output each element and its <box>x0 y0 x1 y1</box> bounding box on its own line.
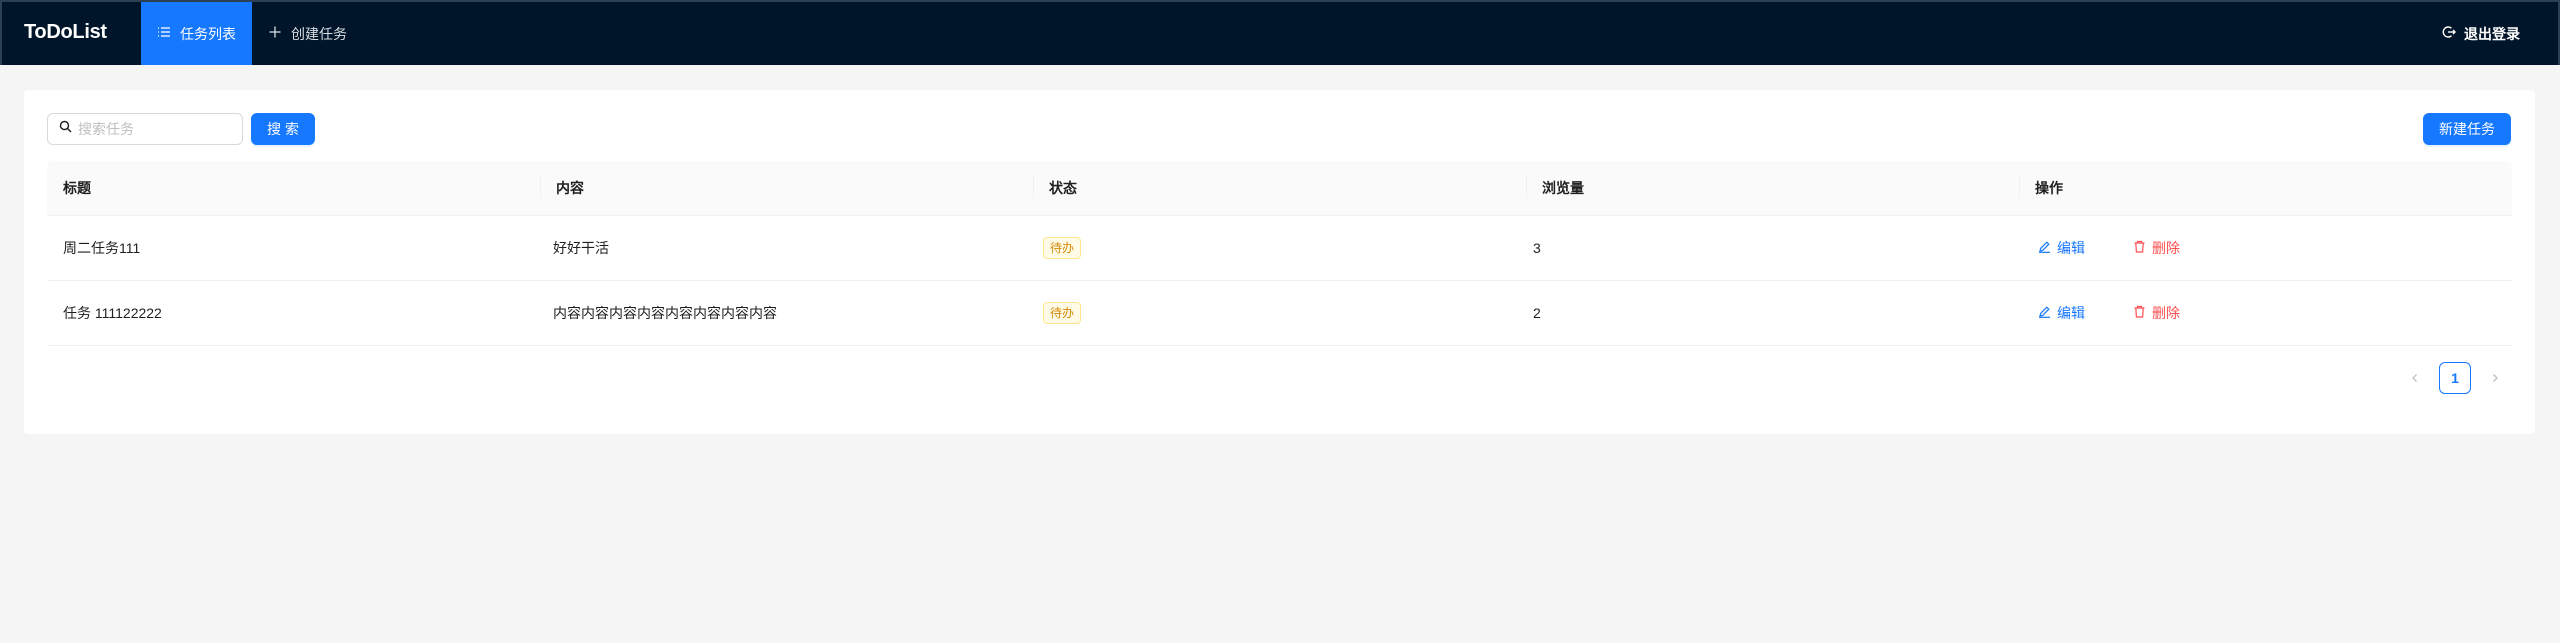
nav-task-list-label: 任务列表 <box>180 25 236 42</box>
cell-actions: 编辑 删除 <box>2007 238 2512 258</box>
status-badge: 待办 <box>1043 237 1082 259</box>
status-badge: 待办 <box>1043 302 1082 324</box>
chevron-left-icon[interactable] <box>2399 362 2431 394</box>
cell-status: 待办 <box>1027 237 1517 259</box>
column-header-content: 内容 <box>540 176 1033 198</box>
cell-title: 周二任务111 <box>63 240 141 256</box>
edit-button[interactable]: 编辑 <box>2038 303 2085 323</box>
delete-button[interactable]: 删除 <box>2133 238 2180 258</box>
trash-icon <box>2133 305 2146 321</box>
cell-content: 内容内容内容内容内容内容内容内容 <box>553 305 777 321</box>
trash-icon <box>2133 240 2146 256</box>
delete-button[interactable]: 删除 <box>2133 303 2180 323</box>
edit-label: 编辑 <box>2057 305 2085 321</box>
search-button[interactable]: 搜索 <box>251 113 315 145</box>
top-navbar: ToDoList 任务列表 创建任务 退出登录 <box>0 0 2560 65</box>
search-field[interactable] <box>47 113 243 145</box>
new-task-button[interactable]: 新建任务 <box>2423 113 2511 145</box>
nav-create-task[interactable]: 创建任务 <box>268 2 347 65</box>
logout-label: 退出登录 <box>2464 25 2520 42</box>
app-logo: ToDoList <box>24 21 107 43</box>
edit-button[interactable]: 编辑 <box>2038 238 2085 258</box>
logout-icon <box>2442 25 2456 42</box>
cell-views: 3 <box>1533 240 1541 256</box>
nav-task-list[interactable]: 任务列表 <box>141 2 252 65</box>
column-header-actions: 操作 <box>2019 176 2512 198</box>
edit-icon <box>2038 240 2051 256</box>
table-row: 任务 111122222 内容内容内容内容内容内容内容内容 待办 2 编辑 删除 <box>47 281 2512 346</box>
task-table: 标题 内容 状态 浏览量 操作 周二任务111 好好干活 待办 3 编辑 删除 … <box>47 161 2512 346</box>
search-icon <box>59 120 72 138</box>
page-number-current[interactable]: 1 <box>2439 362 2471 394</box>
delete-label: 删除 <box>2152 305 2180 321</box>
column-header-views: 浏览量 <box>1526 176 2019 198</box>
logout-button[interactable]: 退出登录 <box>2442 2 2520 65</box>
column-header-title: 标题 <box>63 180 91 196</box>
cell-views: 2 <box>1533 305 1541 321</box>
pagination: 1 <box>2399 362 2511 394</box>
cell-actions: 编辑 删除 <box>2007 303 2512 323</box>
edit-label: 编辑 <box>2057 240 2085 256</box>
list-icon <box>157 25 171 42</box>
cell-title: 任务 111122222 <box>63 305 162 321</box>
edit-icon <box>2038 305 2051 321</box>
search-input[interactable] <box>78 121 238 137</box>
nav-create-task-label: 创建任务 <box>291 25 347 42</box>
column-header-status: 状态 <box>1033 176 1526 198</box>
cell-content: 好好干活 <box>553 240 609 256</box>
delete-label: 删除 <box>2152 240 2180 256</box>
plus-icon <box>268 25 282 42</box>
table-row: 周二任务111 好好干活 待办 3 编辑 删除 <box>47 216 2512 281</box>
table-header: 标题 内容 状态 浏览量 操作 <box>47 161 2512 216</box>
task-list-card: 搜索 新建任务 标题 内容 状态 浏览量 操作 周二任务111 好好干活 待办 … <box>24 90 2535 434</box>
chevron-right-icon[interactable] <box>2479 362 2511 394</box>
cell-status: 待办 <box>1027 302 1517 324</box>
